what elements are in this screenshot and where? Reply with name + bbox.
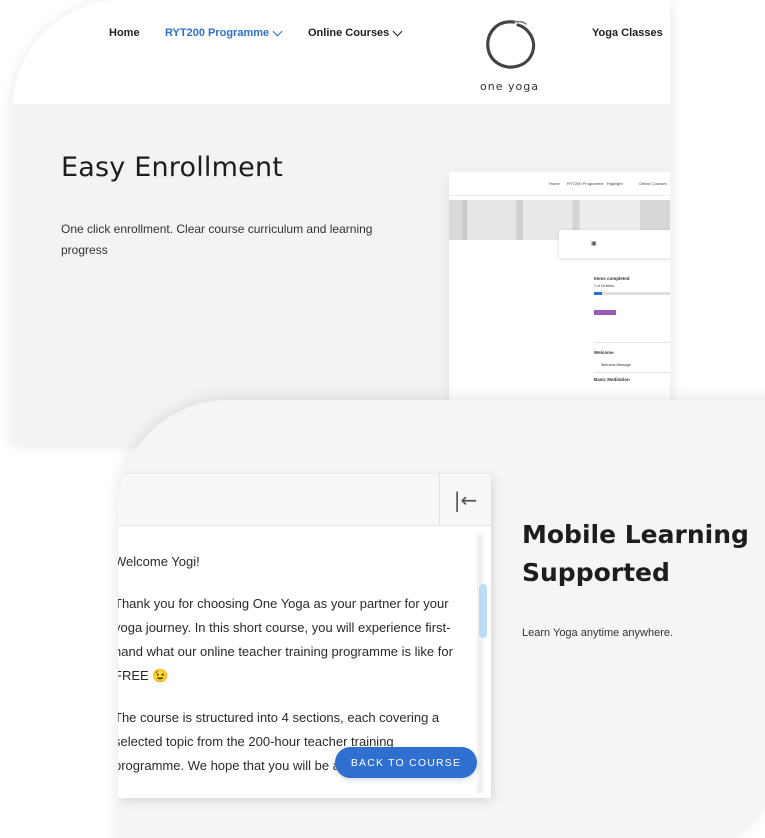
mini-divider	[594, 372, 670, 373]
mini-divider	[594, 342, 670, 343]
logo-wordmark: one yoga	[480, 80, 539, 93]
mini-section-welcome: Welcome	[594, 350, 614, 355]
nav-ryt200-label: RYT200 Programme	[165, 27, 270, 39]
mobile-feature-card: |← Welcome Yogi! Thank you for choosing …	[118, 400, 765, 838]
mini-course-card: ▣	[559, 230, 670, 258]
nav-online-courses-label: Online Courses	[308, 27, 390, 39]
nav-yoga-classes-label: Yoga Classes	[592, 27, 663, 39]
enrollment-description: One click enrollment. Clear course curri…	[61, 222, 373, 257]
lesson-paragraph: Thank you for choosing One Yoga as your …	[118, 596, 453, 683]
course-page-screenshot: Home RYT200 Programme Highlight Online C…	[449, 172, 670, 412]
nav-ryt200[interactable]: RYT200 Programme	[165, 26, 283, 39]
mini-progress-text: 1 of 16 items	[594, 284, 615, 288]
mobile-title: Mobile Learning Supported	[522, 520, 749, 587]
mini-nav-item: Home	[549, 181, 560, 186]
back-to-course-button[interactable]: BACK TO COURSE	[335, 747, 477, 778]
collapse-left-icon[interactable]: |←	[439, 474, 491, 526]
mini-nav-item: Online Courses	[639, 181, 667, 186]
nav-home-label: Home	[109, 27, 140, 39]
mobile-description: Learn Yoga anytime anywhere.	[522, 627, 674, 639]
nav-online-courses[interactable]: Online Courses	[308, 26, 403, 39]
nav-yoga-classes[interactable]: Yoga Classes	[592, 27, 663, 39]
mini-lesson-welcome: Welcome Message	[601, 363, 631, 367]
scrollbar-thumb[interactable]	[479, 584, 487, 638]
chevron-down-icon	[392, 26, 403, 36]
scrollbar-track[interactable]	[477, 534, 483, 794]
mini-section-basic: Basic Meditation	[594, 377, 630, 382]
site-navbar: Home RYT200 Programme Online Courses one…	[12, 0, 670, 104]
chevron-down-icon	[272, 26, 283, 36]
enrollment-title: Easy Enrollment	[61, 152, 284, 183]
lesson-topbar: |←	[118, 474, 491, 526]
mini-calendar-icon: ▣	[591, 241, 597, 247]
mini-navbar: Home RYT200 Programme Highlight Online C…	[449, 172, 670, 196]
mobile-lesson-screenshot: |← Welcome Yogi! Thank you for choosing …	[118, 474, 491, 798]
mini-progress-bar	[594, 292, 670, 295]
stage: Home RYT200 Programme Online Courses one…	[0, 0, 765, 838]
mini-progress-fill	[594, 292, 602, 295]
enso-circle-icon	[486, 20, 536, 69]
mini-items-completed: Items completed	[594, 276, 630, 281]
enrollment-feature-card: Home RYT200 Programme Online Courses one…	[12, 0, 670, 443]
mini-status-tag	[594, 310, 616, 315]
nav-home[interactable]: Home	[109, 27, 140, 39]
mini-nav-item: Highlight	[607, 181, 623, 186]
lesson-greeting: Welcome Yogi!	[118, 554, 200, 569]
mini-nav-item: RYT200 Programme	[567, 181, 604, 186]
one-yoga-logo[interactable]: one yoga	[474, 10, 546, 96]
